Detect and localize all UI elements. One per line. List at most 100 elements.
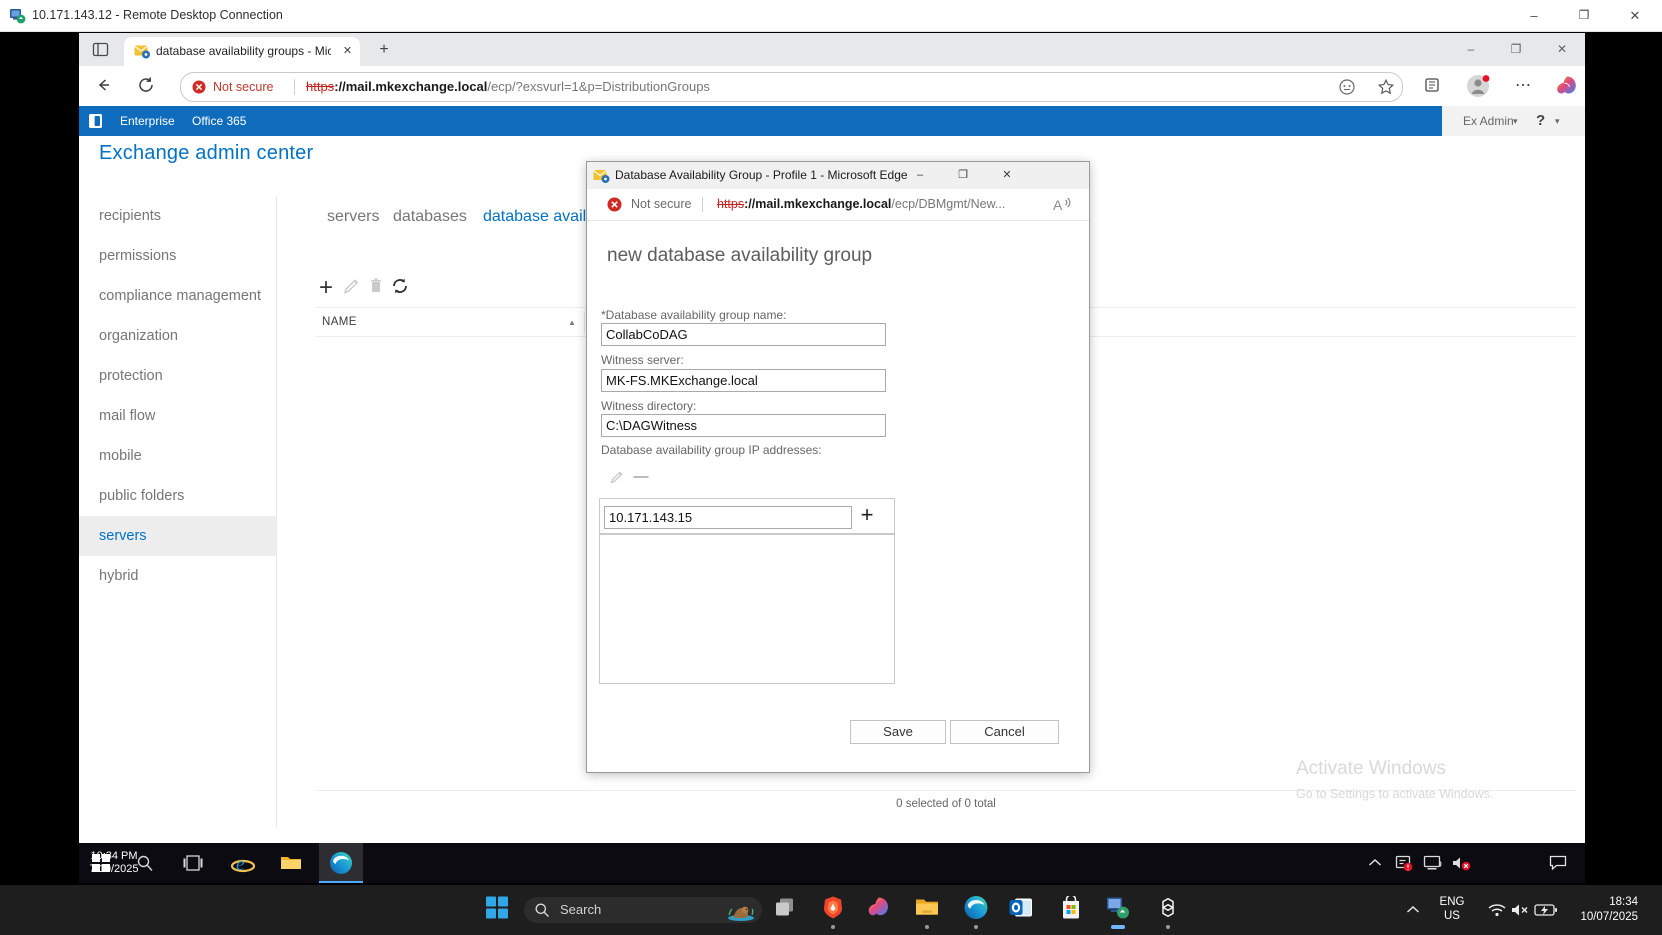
dag-name-input[interactable] [601, 323, 886, 346]
task-view-icon [774, 898, 796, 923]
witness-directory-input[interactable] [601, 414, 886, 437]
sidebar-item-organization[interactable]: organization [79, 316, 276, 356]
remote-network-icon[interactable] [1421, 843, 1445, 883]
favorite-star-icon[interactable] [1377, 78, 1395, 96]
sidebar-item-public-folders[interactable]: public folders [79, 476, 276, 516]
microsoft-store-button[interactable] [1051, 890, 1091, 930]
tab-servers[interactable]: servers [327, 205, 379, 229]
sort-ascending-icon[interactable]: ▲ [568, 308, 576, 337]
copilot-button[interactable] [859, 890, 899, 930]
sidebar-item-hybrid[interactable]: hybrid [79, 556, 276, 596]
witness-server-input[interactable] [601, 369, 886, 392]
url-scheme: https [306, 79, 334, 94]
activate-windows-subtitle: Go to Settings to activate Windows. [1296, 787, 1493, 801]
dialog-maximize-button[interactable]: ❐ [948, 162, 978, 189]
remove-icon[interactable]: — [633, 469, 649, 485]
column-divider[interactable] [584, 312, 585, 333]
chatgpt-button[interactable] [1148, 890, 1188, 930]
svg-text:A: A [1053, 197, 1063, 213]
sidebar-item-protection[interactable]: protection [79, 356, 276, 396]
search-highlight-illustration [726, 899, 756, 921]
suite-link-office365[interactable]: Office 365 [192, 106, 246, 136]
tray-expand-icon[interactable] [1400, 885, 1426, 935]
sidebar-item-servers[interactable]: servers [79, 516, 276, 556]
reading-view-icon[interactable] [1338, 78, 1356, 96]
sidebar-item-permissions[interactable]: permissions [79, 236, 276, 276]
rdp-minimize-button[interactable]: – [1517, 0, 1551, 31]
remote-action-center-icon[interactable] [1545, 843, 1571, 883]
sidebar-item-mobile[interactable]: mobile [79, 436, 276, 476]
sidebar-item-label: mail flow [99, 408, 155, 424]
edit-icon [609, 469, 625, 485]
browser-maximize-button[interactable]: ❐ [1499, 33, 1533, 66]
dag-ip-address-list[interactable] [599, 534, 895, 684]
remote-tray-expand-icon[interactable] [1363, 843, 1387, 883]
remote-security-flag-icon[interactable] [1392, 843, 1416, 883]
clock[interactable]: 18:34 10/07/2025 [1550, 885, 1650, 935]
sidebar-item-mail-flow[interactable]: mail flow [79, 396, 276, 436]
new-tab-button[interactable]: + [375, 41, 393, 59]
collections-icon[interactable] [1422, 76, 1442, 96]
dag-ip-address-input[interactable] [604, 506, 852, 529]
taskbar-search-box[interactable]: Search [524, 897, 762, 923]
remote-volume-muted-icon[interactable] [1449, 843, 1473, 883]
app-launcher-icon[interactable] [89, 113, 104, 129]
rdp-window-titlebar: 10.171.143.12 - Remote Desktop Connectio… [0, 0, 1662, 32]
tab-actions-icon[interactable] [92, 41, 109, 58]
read-aloud-icon[interactable]: A [1053, 196, 1071, 213]
sidebar-item-compliance-management[interactable]: compliance management [79, 276, 276, 316]
language-indicator[interactable]: ENG US [1429, 885, 1475, 935]
remote-edge-button[interactable] [319, 843, 363, 883]
profile-avatar[interactable] [1466, 74, 1490, 98]
rdp-maximize-button[interactable]: ❐ [1567, 0, 1601, 31]
copilot-icon[interactable] [1556, 75, 1578, 97]
save-button[interactable]: Save [850, 720, 946, 744]
help-icon[interactable]: ? [1536, 106, 1545, 136]
dialog-minimize-button[interactable]: – [905, 162, 935, 189]
search-input[interactable]: Search [560, 897, 601, 923]
refresh-icon[interactable] [388, 276, 412, 300]
sidebar-item-label: mobile [99, 448, 142, 464]
brave-browser-button[interactable] [813, 890, 853, 930]
edge-button[interactable] [956, 890, 996, 930]
svg-text:e: e [236, 854, 244, 874]
sidebar-item-label: hybrid [99, 568, 139, 584]
sidebar-item-recipients[interactable]: recipients [79, 196, 276, 236]
cancel-button[interactable]: Cancel [950, 720, 1059, 744]
new-icon[interactable]: + [314, 276, 338, 300]
browser-tab-close-icon[interactable]: ✕ [339, 43, 356, 60]
remote-internet-explorer-button[interactable]: e [221, 843, 265, 883]
remote-desktop-button[interactable] [1098, 890, 1138, 930]
reload-icon[interactable] [136, 76, 156, 96]
tab-databases[interactable]: databases [393, 205, 467, 229]
column-header-name[interactable]: NAME [322, 308, 357, 337]
outlook-button[interactable] [1001, 890, 1041, 930]
task-view-button[interactable] [765, 890, 805, 930]
suite-link-enterprise[interactable]: Enterprise [120, 106, 175, 136]
running-indicator [925, 925, 929, 929]
add-ip-address-button[interactable]: + [855, 502, 879, 528]
address-bar-divider [294, 79, 295, 95]
browser-tab-active[interactable]: database availability groups - Microsoft… [124, 37, 360, 66]
back-icon[interactable] [93, 76, 113, 96]
browser-settings-more-icon[interactable]: ⋯ [1513, 76, 1533, 96]
browser-minimize-button[interactable]: – [1454, 33, 1488, 66]
help-chevron-down-icon[interactable]: ▾ [1555, 106, 1560, 136]
windows-taskbar: Search [0, 885, 1662, 935]
rdp-close-button[interactable]: ✕ [1618, 0, 1652, 31]
remote-file-explorer-button[interactable] [269, 843, 313, 883]
active-window-indicator [1111, 925, 1125, 929]
running-indicator [1166, 925, 1170, 929]
chevron-down-icon[interactable]: ▾ [1513, 106, 1518, 136]
browser-close-button[interactable]: ✕ [1545, 33, 1579, 66]
volume-muted-icon[interactable] [1507, 885, 1533, 935]
address-bar[interactable]: Not secure https://mail.mkexchange.local… [180, 72, 1403, 102]
remote-task-view-button[interactable] [171, 843, 215, 883]
url-scheme: https [717, 197, 744, 211]
dialog-close-button[interactable]: ✕ [992, 162, 1022, 189]
file-explorer-button[interactable] [907, 890, 947, 930]
remote-clock[interactable]: 10:34 PM 7/10/2025 [79, 843, 149, 883]
start-button[interactable] [477, 890, 517, 930]
dialog-address-divider [702, 197, 703, 212]
user-menu-label[interactable]: Ex Admin [1463, 106, 1514, 136]
